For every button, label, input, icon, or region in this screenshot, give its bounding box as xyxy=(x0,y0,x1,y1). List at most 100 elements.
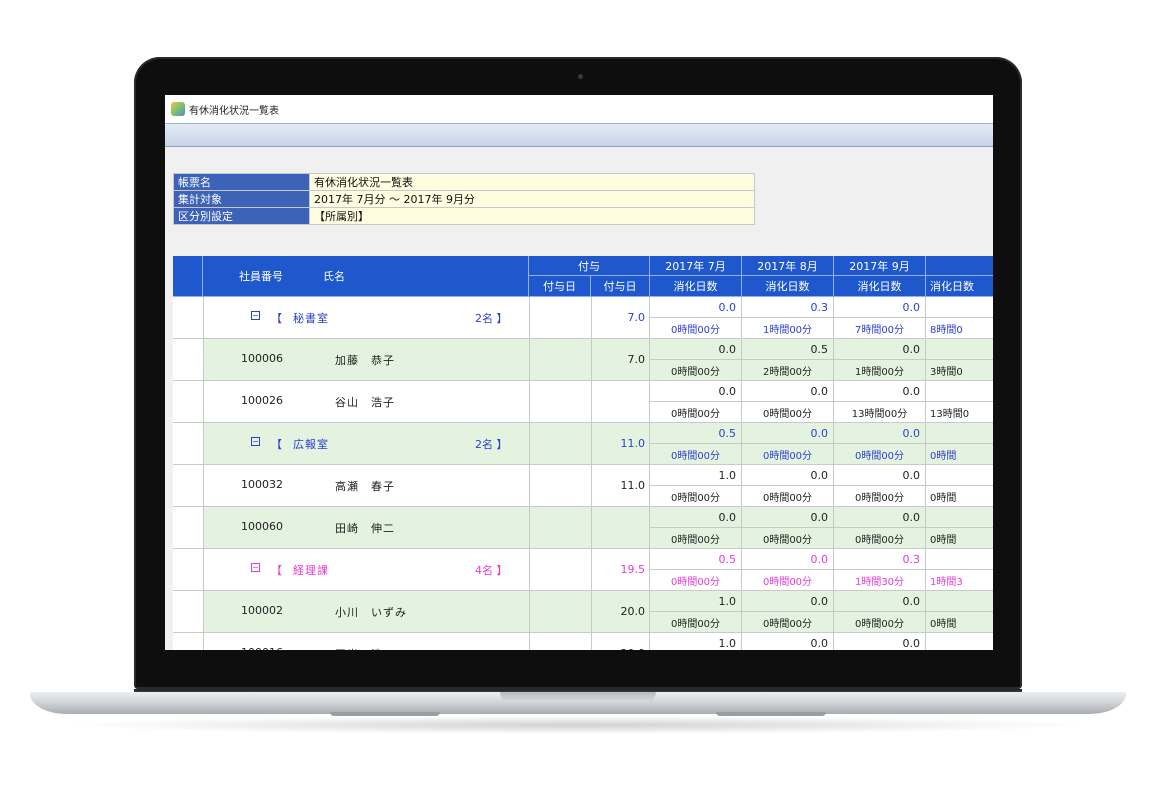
header-used-days-3[interactable]: 消化日数 xyxy=(834,276,926,297)
used-time: 0時間00分 xyxy=(854,450,905,462)
employee-cell: 100016 平光 浩一 xyxy=(203,633,530,650)
used-time: 13時間0 xyxy=(930,408,970,420)
row-selector[interactable] xyxy=(173,633,204,650)
collapse-icon[interactable]: − xyxy=(251,311,260,320)
month-cell: 0時間 xyxy=(926,591,993,632)
grant-day-cell xyxy=(529,507,592,548)
used-time: 1時間30分 xyxy=(854,576,905,588)
header-month-2[interactable]: 2017年 8月 xyxy=(742,256,834,276)
used-time: 1時間00分 xyxy=(854,366,905,378)
month-cell: 0.5 0時間00分 xyxy=(650,423,742,464)
header-month-4[interactable] xyxy=(926,256,993,276)
used-time: 0時間00分 xyxy=(854,618,905,630)
group-row[interactable]: − 【秘書室 2名 】 7.0 0.0 0時間00分 0.3 1時間00分 0.0 7時間00分 8… xyxy=(173,297,993,339)
row-selector[interactable] xyxy=(173,297,204,338)
header-month-1[interactable]: 2017年 7月 xyxy=(650,256,742,276)
info-row: 帳票名 有休消化状況一覧表 xyxy=(173,173,755,191)
used-days: 0.0 xyxy=(834,507,925,528)
row-selector[interactable] xyxy=(173,423,204,464)
grant-day-cell xyxy=(529,549,592,590)
header-grant-day[interactable]: 付与日 xyxy=(529,276,591,297)
group-name: 秘書室 xyxy=(293,312,329,325)
row-selector[interactable] xyxy=(173,549,204,590)
employee-cell: − 【秘書室 2名 】 xyxy=(203,297,530,338)
month-cell: 0.0 xyxy=(742,633,834,650)
table-row[interactable]: 100006 加藤 恭子 7.0 0.0 0時間00分 0.5 2時間00分 0.0 1時間00… xyxy=(173,339,993,381)
group-row[interactable]: − 【経理課 4名 】 19.5 0.5 0時間00分 0.0 0時間00分 0.3 1時間30分… xyxy=(173,549,993,591)
used-days: 0.5 xyxy=(650,423,741,444)
used-days: 0.0 xyxy=(834,633,925,650)
info-value: 2017年 7月分 〜 2017年 9月分 xyxy=(309,190,755,208)
row-selector[interactable] xyxy=(173,339,204,380)
employee-name: 谷山 浩子 xyxy=(335,396,395,409)
group-bracket: 【 xyxy=(271,312,282,325)
grant-day-cell xyxy=(529,339,592,380)
info-key: 帳票名 xyxy=(173,173,310,191)
group-row[interactable]: − 【広報室 2名 】 11.0 0.5 0時間00分 0.0 0時間00分 0.0 0時間00分… xyxy=(173,423,993,465)
table-row[interactable]: 100060 田崎 伸二 0.0 0時間00分 0.0 0時間00分 0.0 0時間00分 0時… xyxy=(173,507,993,549)
toolbar xyxy=(165,123,993,147)
month-cell: 0.5 2時間00分 xyxy=(742,339,834,380)
window-titlebar: 有休消化状況一覧表 xyxy=(165,95,993,123)
header-grant-days[interactable]: 付与日 xyxy=(591,276,650,297)
grant-days-cell: 11.0 xyxy=(591,423,650,464)
used-days: 1.0 xyxy=(650,591,741,612)
used-time: 0時間00分 xyxy=(762,618,813,630)
employee-name: 田崎 伸二 xyxy=(335,522,395,535)
used-time: 3時間0 xyxy=(930,366,963,378)
employee-code: 100060 xyxy=(241,520,283,533)
row-selector[interactable] xyxy=(173,465,204,506)
grid-corner xyxy=(173,256,203,297)
month-cell: 0.0 0時間00分 xyxy=(834,465,926,506)
used-time: 0時間00分 xyxy=(670,450,721,462)
grant-day-cell xyxy=(529,381,592,422)
used-days: 1.0 xyxy=(650,465,741,486)
header-used-days-2[interactable]: 消化日数 xyxy=(742,276,834,297)
used-time: 0時間00分 xyxy=(762,534,813,546)
used-time: 1時間00分 xyxy=(762,324,813,336)
grant-days-cell xyxy=(591,507,650,548)
used-time: 0時間00分 xyxy=(670,492,721,504)
month-cell: 0.0 xyxy=(834,633,926,650)
header-employee[interactable]: 社員番号 氏名 xyxy=(203,256,529,297)
month-cell: 0時間 xyxy=(926,423,993,464)
month-cell: 0.0 0時間00分 xyxy=(742,591,834,632)
row-selector[interactable] xyxy=(173,591,204,632)
used-time: 0時間00分 xyxy=(670,618,721,630)
grant-days-cell: 20.0 xyxy=(591,591,650,632)
header-used-days-4[interactable]: 消化日数 xyxy=(926,276,993,297)
month-cell: 0時間 xyxy=(926,465,993,506)
month-cell: 0.5 0時間00分 xyxy=(650,549,742,590)
used-days: 0.0 xyxy=(742,633,833,650)
used-days xyxy=(926,339,993,360)
header-grant[interactable]: 付与 xyxy=(529,256,650,276)
month-cell: 0.3 1時間00分 xyxy=(742,297,834,338)
collapse-icon[interactable]: − xyxy=(251,563,260,572)
row-selector[interactable] xyxy=(173,381,204,422)
table-row[interactable]: 100016平光 浩一20.01.00.00.0 xyxy=(173,633,993,650)
month-cell: 0.0 0時間00分 xyxy=(650,297,742,338)
table-row[interactable]: 100002 小川 いずみ 20.0 1.0 0時間00分 0.0 0時間00分 0.0 0時間… xyxy=(173,591,993,633)
month-cell: 1.0 0時間00分 xyxy=(650,591,742,632)
row-selector[interactable] xyxy=(173,507,204,548)
group-bracket: 【 xyxy=(271,438,282,451)
grant-day-cell xyxy=(529,591,592,632)
collapse-icon[interactable]: − xyxy=(251,437,260,446)
header-used-days-1[interactable]: 消化日数 xyxy=(650,276,742,297)
table-row[interactable]: 100026 谷山 浩子 0.0 0時間00分 0.0 0時間00分 0.0 13時間00分 1… xyxy=(173,381,993,423)
used-days: 0.3 xyxy=(834,549,925,570)
employee-cell: 100060 田崎 伸二 xyxy=(203,507,530,548)
laptop-shadow xyxy=(60,716,1096,734)
header-employee-name: 氏名 xyxy=(323,270,345,283)
header-month-3[interactable]: 2017年 9月 xyxy=(834,256,926,276)
app-icon xyxy=(171,102,185,116)
month-cell: 0.0 0時間00分 xyxy=(650,339,742,380)
month-cell: 0.0 13時間00分 xyxy=(834,381,926,422)
grant-days-cell: 7.0 xyxy=(591,339,650,380)
table-row[interactable]: 100032 高瀬 春子 11.0 1.0 0時間00分 0.0 0時間00分 0.0 0時間0… xyxy=(173,465,993,507)
used-time: 0時間00分 xyxy=(854,534,905,546)
grant-days-cell: 7.0 xyxy=(591,297,650,338)
month-cell: 0.0 0時間00分 xyxy=(650,507,742,548)
group-count: 4名 】 xyxy=(475,564,508,577)
month-cell: 3時間0 xyxy=(926,339,993,380)
